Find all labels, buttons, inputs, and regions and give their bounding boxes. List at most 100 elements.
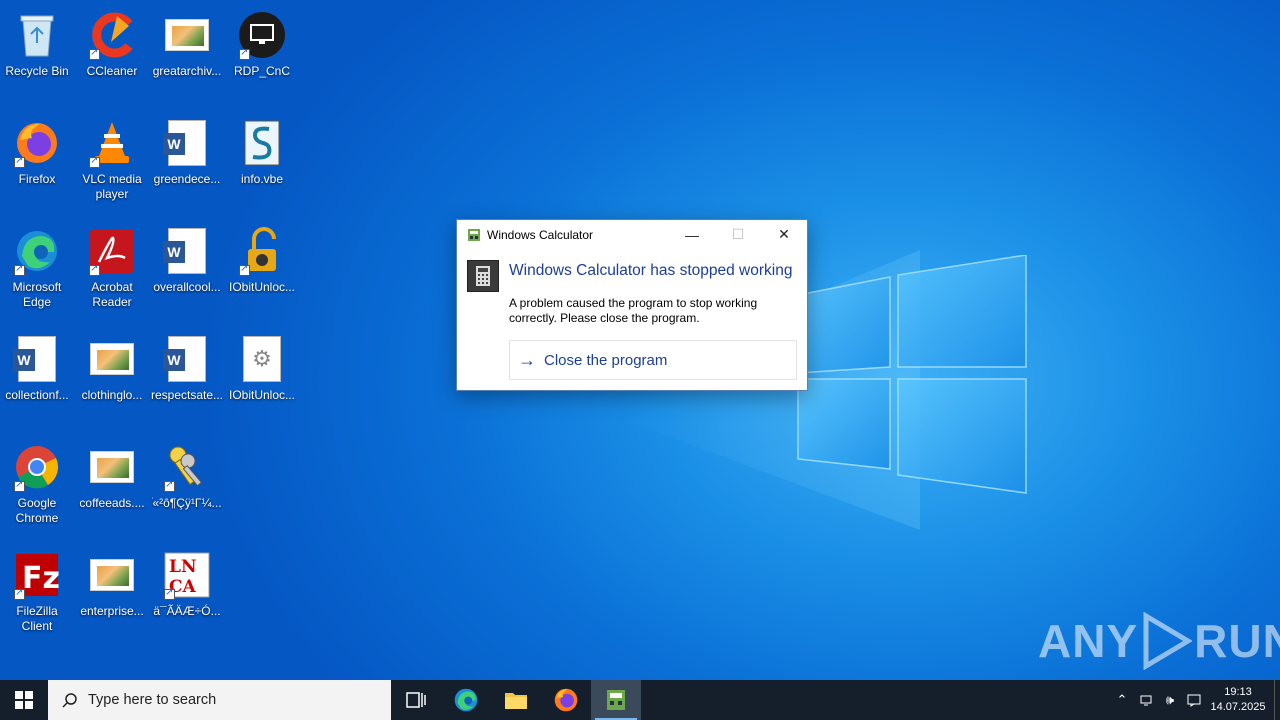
desktop-icon-label: RDP_CnC bbox=[233, 64, 290, 78]
taskbar-search-box[interactable]: Type here to search bbox=[48, 680, 391, 720]
dialog-description: A problem caused the program to stop wor… bbox=[509, 296, 758, 325]
watermark-left-text: ANY bbox=[1038, 615, 1139, 667]
shortcut-arrow-icon bbox=[14, 155, 25, 168]
desktop-icon-acrobat[interactable]: Acrobat Reader bbox=[75, 220, 149, 320]
desktop-icon-collectionf[interactable]: W collectionf... bbox=[0, 328, 74, 428]
image-file-icon bbox=[162, 10, 212, 60]
desktop-icon-label: IObitUnloc... bbox=[228, 280, 296, 294]
task-view-button[interactable] bbox=[391, 680, 441, 720]
desktop-icon-info-vbe[interactable]: info.vbe bbox=[225, 112, 299, 212]
desktop-icon-edge[interactable]: Microsoft Edge bbox=[0, 220, 74, 320]
dialog-title: Windows Calculator bbox=[487, 227, 594, 242]
recycle-bin-icon bbox=[12, 10, 62, 60]
search-icon bbox=[62, 693, 77, 708]
clock-time: 19:13 bbox=[1224, 686, 1252, 698]
taskbar-firefox[interactable] bbox=[541, 680, 591, 720]
lnca-icon: LN CA bbox=[162, 550, 212, 600]
edge-icon bbox=[12, 226, 62, 276]
desktop-icon-overallcool[interactable]: W overallcool... bbox=[150, 220, 224, 320]
word-doc-icon: W bbox=[162, 226, 212, 276]
arrow-right-icon: → bbox=[518, 349, 536, 370]
taskbar-calculator[interactable] bbox=[591, 680, 641, 720]
show-desktop-button[interactable] bbox=[1274, 680, 1280, 720]
desktop-icon-label: CCleaner bbox=[86, 64, 138, 78]
acrobat-icon bbox=[87, 226, 137, 276]
action-center-icon[interactable] bbox=[1182, 680, 1206, 720]
word-doc-icon: W bbox=[12, 334, 62, 384]
desktop-icon-rdp-cnc[interactable]: RDP_CnC bbox=[225, 4, 299, 104]
desktop-icon-iobit-settings[interactable]: ⚙ IObitUnloc... bbox=[225, 328, 299, 428]
shortcut-arrow-icon bbox=[14, 479, 25, 492]
desktop-icon-ccleaner[interactable]: CCleaner bbox=[75, 4, 149, 104]
desktop-icon-label: Acrobat Reader bbox=[91, 280, 133, 309]
search-placeholder: Type here to search bbox=[88, 692, 217, 708]
file-explorer-icon bbox=[505, 693, 527, 709]
taskbar-edge[interactable] bbox=[441, 680, 491, 720]
calculator-icon bbox=[467, 260, 499, 292]
shortcut-arrow-icon bbox=[89, 47, 100, 60]
minimize-button[interactable]: — bbox=[669, 220, 715, 249]
svg-text:LN: LN bbox=[169, 557, 197, 577]
dialog-title-bar[interactable]: Windows Calculator — ☐ ✕ bbox=[457, 220, 807, 249]
desktop-icon-vlc[interactable]: VLC media player bbox=[75, 112, 149, 212]
desktop-icon-label: Recycle Bin bbox=[5, 64, 69, 78]
desktop-icon-label: FileZilla Client bbox=[16, 604, 58, 633]
keys-icon bbox=[162, 442, 212, 492]
rdp-icon bbox=[237, 10, 287, 60]
close-program-button[interactable]: → Close the program bbox=[509, 340, 797, 380]
desktop-icon-greatarchiv[interactable]: greatarchiv... bbox=[150, 4, 224, 104]
windows-wallpaper-logo bbox=[797, 255, 1027, 494]
desktop-icon-respectsate[interactable]: W respectsate... bbox=[150, 328, 224, 428]
shortcut-arrow-icon bbox=[89, 263, 100, 276]
chrome-icon bbox=[12, 442, 62, 492]
windows-logo-icon bbox=[15, 691, 33, 709]
desktop-icon-label: IObitUnloc... bbox=[228, 388, 296, 402]
desktop-icon-keys[interactable]: ׂ«²ô¶Çÿ¹Γ¼... bbox=[150, 436, 224, 536]
watermark-right-text: RUN bbox=[1194, 615, 1280, 667]
dialog-heading: Windows Calculator has stopped working bbox=[509, 262, 793, 279]
shortcut-arrow-icon bbox=[239, 47, 250, 60]
vlc-icon bbox=[87, 118, 137, 168]
play-triangle-icon bbox=[1143, 612, 1193, 670]
desktop-icon-label: VLC media player bbox=[82, 172, 142, 201]
desktop-icon-label: overallcool... bbox=[153, 280, 221, 294]
taskbar: Type here to search ⌃ 🕪 19:13 14.07.2025 bbox=[0, 680, 1280, 720]
desktop-icon-filezilla[interactable]: Fz FileZilla Client bbox=[0, 544, 74, 644]
desktop-icon-recycle-bin[interactable]: Recycle Bin bbox=[0, 4, 74, 104]
word-doc-icon: W bbox=[162, 334, 212, 384]
desktop-icon-label: Microsoft Edge bbox=[12, 280, 62, 309]
desktop-icon-enterprise[interactable]: enterprise... bbox=[75, 544, 149, 644]
desktop-icon-firefox[interactable]: Firefox bbox=[0, 112, 74, 212]
desktop-icon-greendece[interactable]: W greendece... bbox=[150, 112, 224, 212]
network-icon[interactable] bbox=[1134, 680, 1158, 720]
desktop-icon-clothinglo[interactable]: clothinglo... bbox=[75, 328, 149, 428]
ccleaner-icon bbox=[87, 10, 137, 60]
shortcut-arrow-icon bbox=[239, 263, 250, 276]
desktop-icon-label: greatarchiv... bbox=[152, 64, 222, 78]
taskbar-file-explorer[interactable] bbox=[491, 680, 541, 720]
desktop-icon-coffeeads[interactable]: coffeeads.... bbox=[75, 436, 149, 536]
chevron-up-icon[interactable]: ⌃ bbox=[1110, 680, 1134, 720]
desktop-icon-label: ä¯ÃÄÆ÷Ó... bbox=[153, 604, 221, 618]
desktop-icon-iobit-unlocker[interactable]: IObitUnloc... bbox=[225, 220, 299, 320]
volume-icon[interactable]: 🕪 bbox=[1158, 680, 1182, 720]
desktop-icon-label: info.vbe bbox=[240, 172, 284, 186]
shortcut-arrow-icon bbox=[164, 479, 175, 492]
desktop-icon-label: clothinglo... bbox=[81, 388, 143, 402]
filezilla-icon: Fz bbox=[12, 550, 62, 600]
calculator-app-icon bbox=[468, 228, 480, 241]
iobit-unlocker-icon bbox=[237, 226, 287, 276]
desktop-icon-label: ׂ«²ô¶Çÿ¹Γ¼... bbox=[152, 496, 222, 510]
system-tray: ⌃ 🕪 19:13 14.07.2025 bbox=[1110, 680, 1280, 720]
clock[interactable]: 19:13 14.07.2025 bbox=[1206, 685, 1270, 715]
image-file-icon bbox=[87, 334, 137, 384]
image-file-icon bbox=[87, 550, 137, 600]
image-file-icon bbox=[87, 442, 137, 492]
task-view-icon bbox=[406, 692, 426, 708]
close-button[interactable]: ✕ bbox=[761, 220, 807, 249]
desktop-icon-lnca[interactable]: LNCA ä¯ÃÄÆ÷Ó... bbox=[150, 544, 224, 644]
error-dialog: Windows Calculator — ☐ ✕ Windows Calcula… bbox=[456, 219, 808, 391]
shortcut-arrow-icon bbox=[14, 263, 25, 276]
start-button[interactable] bbox=[0, 680, 48, 720]
desktop-icon-chrome[interactable]: Google Chrome bbox=[0, 436, 74, 536]
